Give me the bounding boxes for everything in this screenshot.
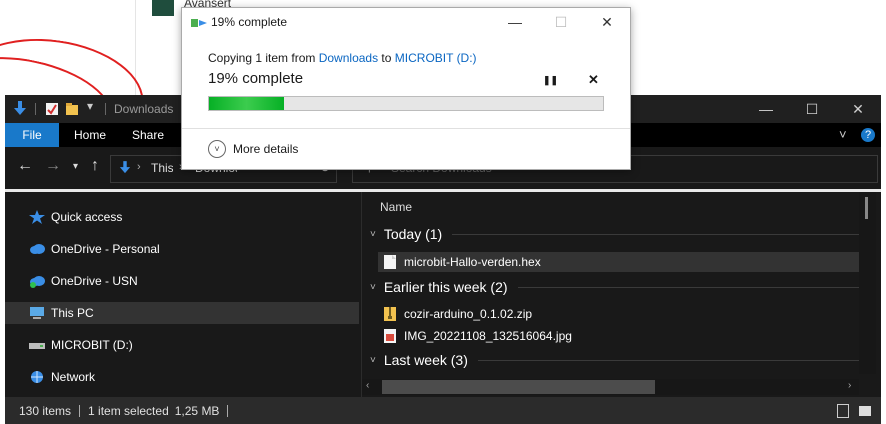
file-name: cozir-arduino_0.1.02.zip (404, 307, 533, 321)
nav-item-label: OneDrive - Personal (51, 242, 160, 256)
horizontal-scrollbar[interactable]: ‹ › (362, 379, 859, 395)
column-header-name[interactable]: Name (380, 200, 412, 214)
group-title: Today (1) (383, 226, 443, 242)
ribbon-collapse-icon[interactable]: ˅ (839, 127, 847, 142)
drive-icon (29, 343, 45, 349)
group-header-today[interactable]: ˅ Today (1) (370, 226, 860, 242)
vertical-scrollbar[interactable] (859, 192, 876, 374)
zip-icon (384, 307, 396, 321)
help-icon[interactable]: ? (861, 128, 875, 142)
status-separator (227, 404, 229, 417)
dialog-close-button[interactable]: ✕ (584, 8, 630, 36)
nav-item-onedrive-usn[interactable]: OneDrive - USN (5, 270, 359, 292)
copy-progress-dialog: 19% complete — ☐ ✕ Copying 1 item from D… (181, 7, 631, 170)
cloud-icon (30, 244, 45, 254)
file-name: microbit-Hallo-verden.hex (404, 255, 541, 269)
percent-complete-text: 19% complete (208, 70, 304, 87)
back-arrow-icon[interactable]: ← (17, 157, 33, 175)
navigation-pane: Quick access OneDrive - Personal OneDriv… (5, 192, 361, 397)
breadcrumb-this-pc[interactable]: This PC (151, 161, 173, 175)
tab-file[interactable]: File (5, 123, 59, 147)
chevron-down-icon: ˅ (370, 228, 376, 240)
nav-item-label: MICROBIT (D:) (51, 338, 133, 352)
copy-progress-fill (209, 97, 284, 110)
copy-status-to: to (378, 51, 395, 65)
computer-icon (30, 307, 44, 319)
copy-status-line: Copying 1 item from Downloads to MICROBI… (208, 51, 477, 65)
pause-icon[interactable]: ❚❚ (543, 75, 558, 86)
status-size: 1,25 MB (174, 403, 220, 418)
nav-item-label: This PC (51, 306, 94, 320)
group-divider (477, 359, 860, 361)
network-icon (31, 371, 43, 383)
nav-item-label: Network (51, 370, 96, 384)
destination-link[interactable]: MICROBIT (D:) (395, 51, 477, 65)
cancel-icon[interactable]: ✕ (588, 72, 599, 88)
file-name: IMG_20221108_132516064.jpg (404, 329, 572, 343)
status-item-count: 130 items (19, 403, 72, 418)
source-link[interactable]: Downloads (319, 51, 378, 65)
up-arrow-icon[interactable]: ↑ (91, 157, 99, 175)
star-icon (29, 210, 45, 224)
tab-home[interactable]: Home (63, 123, 117, 147)
group-divider (452, 233, 860, 235)
file-row-jpg[interactable]: IMG_20221108_132516064.jpg (378, 326, 572, 346)
chevron-down-icon: ˅ (370, 281, 376, 293)
scroll-right-icon[interactable]: › (848, 380, 851, 391)
cloud-icon (30, 276, 45, 288)
nav-item-label: OneDrive - USN (51, 274, 138, 288)
group-title: Earlier this week (2) (383, 279, 508, 295)
file-row-hex[interactable]: microbit-Hallo-verden.hex (378, 252, 862, 272)
close-button[interactable]: ✕ (835, 95, 881, 123)
horizontal-scroll-thumb[interactable] (382, 380, 655, 394)
document-icon (384, 255, 396, 269)
dialog-title: 19% complete (211, 15, 288, 29)
copy-progress-bar (208, 96, 604, 111)
status-separator (79, 404, 81, 417)
file-list: Name ˅ Today (1) microbit-Hallo-verden.h… (362, 192, 881, 397)
group-title: Last week (3) (383, 352, 468, 368)
chevron-down-icon: ˅ (370, 354, 376, 366)
nav-item-network[interactable]: Network (5, 366, 359, 388)
new-folder-icon[interactable] (65, 101, 79, 117)
scroll-left-icon[interactable]: ‹ (366, 380, 369, 391)
file-row-zip[interactable]: cozir-arduino_0.1.02.zip (378, 304, 532, 324)
forward-arrow-icon[interactable]: → (45, 157, 61, 175)
dialog-maximize-button: ☐ (554, 13, 568, 30)
toolbar-separator (35, 103, 36, 115)
chevron-down-icon: ˅ (208, 140, 226, 158)
nav-item-this-pc[interactable]: This PC (5, 302, 359, 324)
nav-item-label: Quick access (51, 210, 123, 224)
image-icon (384, 329, 396, 343)
details-view-icon[interactable] (837, 403, 849, 418)
status-selection: 1 item selected (88, 403, 169, 418)
large-icons-view-icon[interactable] (859, 405, 871, 416)
nav-item-quick-access[interactable]: Quick access (5, 206, 359, 228)
more-details-button[interactable]: ˅ More details (208, 140, 298, 158)
toolbar-separator (105, 103, 106, 115)
breadcrumb-chevron-icon: › (137, 161, 141, 173)
group-divider (517, 286, 860, 288)
maximize-button[interactable]: ☐ (789, 95, 835, 123)
nav-item-microbit[interactable]: MICROBIT (D:) (5, 334, 359, 356)
properties-icon[interactable] (45, 101, 59, 117)
download-arrow-icon[interactable] (13, 101, 27, 117)
status-bar: 130 items 1 item selected 1,25 MB (5, 397, 881, 424)
download-arrow-icon (119, 161, 131, 174)
more-details-label: More details (233, 142, 299, 156)
background-check-icon (152, 0, 174, 16)
copy-status-prefix: Copying 1 item from (208, 51, 319, 65)
dialog-minimize-button[interactable]: — (492, 8, 538, 36)
nav-item-onedrive-personal[interactable]: OneDrive - Personal (5, 238, 359, 260)
dialog-separator (182, 128, 630, 129)
customize-toolbar-icon[interactable]: ▾ (87, 99, 101, 115)
group-header-last-week[interactable]: ˅ Last week (3) (370, 352, 860, 368)
recent-locations-chevron-icon[interactable]: ▾ (73, 161, 78, 172)
vertical-scroll-thumb[interactable] (865, 197, 868, 219)
group-header-earlier-this-week[interactable]: ˅ Earlier this week (2) (370, 279, 860, 295)
copy-icon (191, 19, 207, 27)
tab-share[interactable]: Share (121, 123, 175, 147)
minimize-button[interactable]: — (743, 95, 789, 123)
window-title: Downloads (114, 102, 174, 116)
